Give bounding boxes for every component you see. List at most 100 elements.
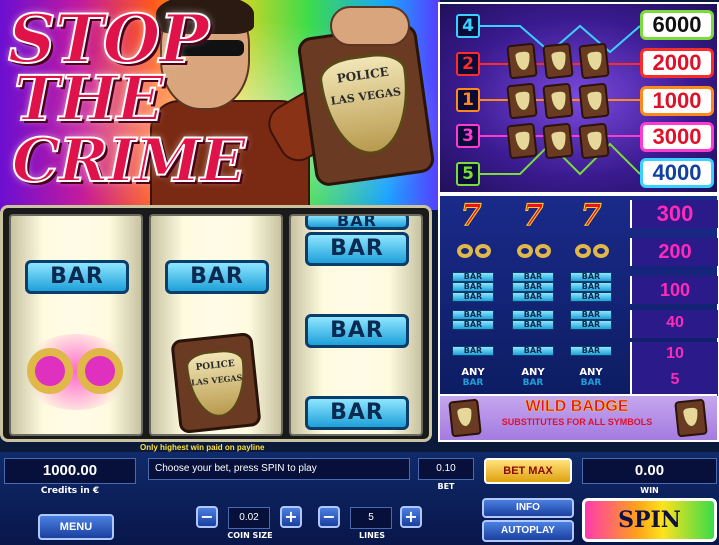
police-badge-illustration: POLICE LAS VEGAS [296, 22, 436, 188]
title-line-2: THE [13, 61, 165, 136]
mini-badge-icon [506, 122, 538, 160]
paytable-pay: 5 [630, 368, 718, 396]
cop-hand [330, 6, 410, 46]
lines-value: 5 [350, 507, 392, 529]
slot-game: POLICE LAS VEGAS STOP THE CRIME BAR BAR … [0, 0, 719, 545]
badge-lasvegas-text: LAS VEGAS [190, 372, 243, 388]
wild-subtitle: SUBSTITUTES FOR ALL SYMBOLS [501, 417, 653, 427]
bet-label: BET [437, 482, 455, 491]
single-bar-icon: BAR [450, 346, 496, 356]
triple-bar-icon: BAR BAR BAR [510, 272, 556, 302]
payline-number: 1 [456, 88, 480, 112]
triple-bar-icon: BAR BAR BAR [450, 272, 496, 302]
bar-symbol: BAR [25, 260, 129, 294]
paytable-row: ANY BAR ANY BAR ANY BAR [440, 368, 640, 392]
lines-label: LINES [359, 531, 385, 540]
mini-badge-icon [578, 122, 610, 160]
paytable-row [440, 240, 640, 266]
handcuffs-icon [570, 242, 616, 264]
seven-symbol: 7 [460, 198, 482, 234]
wild-title: WILD BADGE [525, 398, 629, 416]
paytable-row: BAR BAR BAR [440, 346, 640, 362]
payline-number: 2 [456, 52, 480, 76]
credits-label: Credits in € [40, 486, 100, 496]
bar-symbol: BAR [305, 314, 409, 348]
mini-badge-icon [542, 42, 574, 80]
reel-3: BAR BAR BAR BAR [289, 214, 423, 436]
paylines-panel: 4 2 1 3 5 6000 2000 1000 3000 4000 [438, 2, 719, 194]
payline-win: 2000 [640, 48, 714, 78]
payline-win: 1000 [640, 86, 714, 116]
double-bar-icon: BAR BAR [450, 310, 496, 330]
lines-minus-button[interactable]: − [318, 506, 340, 528]
autoplay-button[interactable]: AUTOPLAY [482, 520, 574, 542]
handcuffs-symbol [21, 334, 131, 410]
handcuffs-icon [512, 242, 558, 264]
payline-note: Only highest win paid on payline [140, 443, 265, 452]
bar-symbol: BAR [305, 396, 409, 430]
any-bar-icon: ANY BAR [579, 367, 603, 389]
bet-display: 0.10 [418, 458, 474, 480]
reel-2: BAR POLICE LAS VEGAS [149, 214, 283, 436]
title-line-3: CRIME [11, 125, 247, 197]
lines-plus-button[interactable]: + [400, 506, 422, 528]
seven-symbol: 7 [522, 198, 544, 234]
payline-number: 4 [456, 14, 480, 38]
cuff-ring [77, 348, 123, 394]
menu-button[interactable]: MENU [38, 514, 114, 540]
message-display: Choose your bet, press SPIN to play [148, 458, 410, 480]
mini-badge-icon [578, 42, 610, 80]
bar-symbol-partial: BAR [305, 216, 409, 230]
paytable: 7 7 7 300 200 BAR BAR BAR BAR BAR BAR BAR BAR… [438, 194, 719, 442]
wild-badge-info: WILD BADGE SUBSTITUTES FOR ALL SYMBOLS [440, 394, 717, 440]
any-bar-icon: ANY BAR [521, 367, 545, 389]
wild-badge-symbol: POLICE LAS VEGAS [170, 331, 262, 434]
payline-number: 5 [456, 162, 480, 186]
payline-win: 6000 [640, 10, 714, 40]
paytable-pay: 40 [630, 310, 718, 338]
win-display: 0.00 [582, 458, 717, 484]
double-bar-icon: BAR BAR [510, 310, 556, 330]
info-button[interactable]: INFO [482, 498, 574, 518]
handcuffs-icon [452, 242, 498, 264]
mini-badge-icon [674, 398, 708, 438]
badge-police-text: POLICE [195, 358, 236, 374]
spin-button[interactable]: SPIN [582, 498, 717, 542]
paytable-pay: 200 [630, 238, 718, 266]
double-bar-icon: BAR BAR [568, 310, 614, 330]
seven-symbol: 7 [580, 198, 602, 234]
paytable-pay: 300 [630, 200, 718, 228]
win-label: WIN [640, 486, 659, 495]
coin-size-value: 0.02 [228, 507, 270, 529]
reels-frame: BAR BAR POLICE LAS VEGAS BAR BAR BAR BAR [0, 205, 432, 442]
payline-win: 4000 [640, 158, 714, 188]
mini-badge-icon [542, 82, 574, 120]
cuff-ring [27, 348, 73, 394]
mini-badge-icon [542, 122, 574, 160]
paytable-pay: 100 [630, 276, 718, 304]
credits-display: 1000.00 [4, 458, 136, 484]
coin-size-label: COIN SIZE [227, 531, 273, 540]
paytable-row: 7 7 7 [440, 198, 640, 234]
triple-bar-icon: BAR BAR BAR [568, 272, 614, 302]
paytable-row: BAR BAR BAR BAR BAR BAR BAR BAR BAR [440, 272, 640, 306]
single-bar-icon: BAR [568, 346, 614, 356]
mini-badge-icon [448, 398, 482, 438]
mini-badge-icon [506, 82, 538, 120]
mini-badge-icon [506, 42, 538, 80]
bet-max-button[interactable]: BET MAX [484, 458, 572, 484]
single-bar-icon: BAR [510, 346, 556, 356]
bar-symbol: BAR [305, 232, 409, 266]
payline-number: 3 [456, 124, 480, 148]
badge-police-text: POLICE [335, 64, 390, 86]
paytable-pay: 10 [630, 342, 718, 370]
coin-size-plus-button[interactable]: + [280, 506, 302, 528]
payline-win: 3000 [640, 122, 714, 152]
bar-symbol: BAR [165, 260, 269, 294]
badge-lasvegas-text: LAS VEGAS [329, 85, 402, 108]
any-bar-icon: ANY BAR [461, 367, 485, 389]
coin-size-minus-button[interactable]: − [196, 506, 218, 528]
paytable-row: BAR BAR BAR BAR BAR BAR [440, 310, 640, 336]
mini-badge-icon [578, 82, 610, 120]
reel-1: BAR [9, 214, 143, 436]
